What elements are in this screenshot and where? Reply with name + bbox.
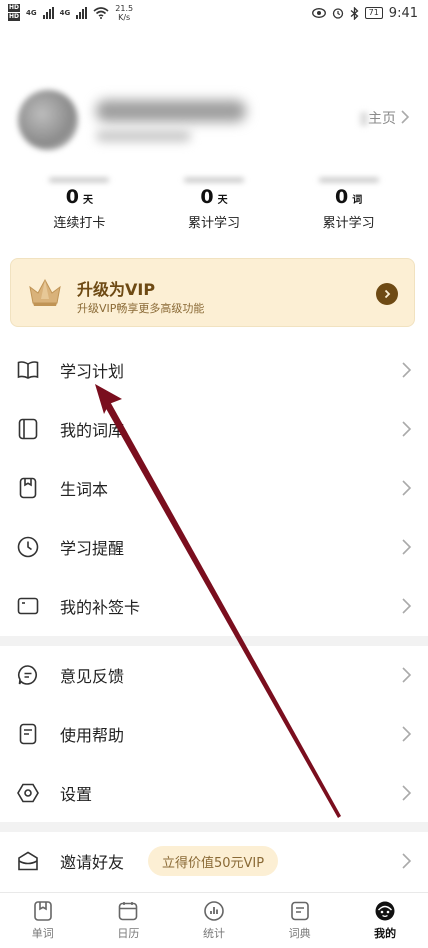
stat-label: 累计学习	[187, 216, 240, 231]
signal-icon-2	[76, 7, 88, 19]
profile-face-icon	[375, 901, 395, 921]
open-book-icon	[16, 358, 40, 382]
hexagon-settings-icon	[16, 781, 40, 805]
stat-streak-days: 0天 连续打卡	[19, 178, 139, 246]
stat-label: 连续打卡	[53, 216, 106, 231]
eye-icon	[311, 8, 326, 18]
nav-label: 日历	[117, 927, 140, 940]
crown-icon	[29, 278, 61, 306]
vip-subtitle: 升级VIP畅享更多高级功能	[77, 302, 205, 315]
document-icon	[16, 722, 40, 746]
stat-unit: 天	[82, 195, 93, 206]
nav-label: 单词	[31, 927, 54, 940]
bluetooth-icon	[350, 6, 359, 20]
chevron-right-icon	[402, 785, 412, 801]
chevron-right-icon	[402, 539, 412, 555]
menu-label: 意见反馈	[60, 667, 125, 686]
nav-label: 我的	[374, 927, 397, 940]
stat-label: 累计学习	[322, 216, 375, 231]
avatar[interactable]	[18, 90, 78, 150]
menu-item-my-wordbook[interactable]: 我的词库	[0, 400, 428, 458]
stat-unit: 词	[352, 195, 363, 206]
menu-label: 生词本	[60, 480, 109, 499]
network-label: 4G	[26, 9, 37, 17]
menu-label: 我的补签卡	[60, 598, 141, 617]
chevron-right-icon	[402, 421, 412, 437]
net-speed-unit: K/s	[118, 13, 131, 22]
chevron-right-icon	[402, 362, 412, 378]
chevron-right-icon	[402, 853, 412, 869]
homepage-label: 主页	[368, 111, 396, 127]
nav-label: 词典	[288, 927, 311, 940]
chat-bubble-icon	[16, 663, 40, 687]
envelope-icon	[16, 849, 40, 873]
calendar-icon	[119, 902, 138, 921]
vip-upgrade-card[interactable]: 升级为VIP 升级VIP畅享更多高级功能	[10, 258, 415, 327]
wifi-icon	[93, 7, 109, 19]
menu-item-makeup-card[interactable]: 我的补签卡	[0, 577, 428, 635]
status-bar: HD HD 4G 4G 21.5 K/s 71 9:41	[0, 0, 428, 26]
net-speed-value: 21.5	[115, 4, 134, 13]
hd-badges: HD HD	[8, 4, 21, 22]
chevron-right-icon	[402, 667, 412, 683]
invite-reward-badge: 立得价值50元VIP	[148, 846, 279, 876]
stats-row: 0天 连续打卡 0天 累计学习 0词 累计学习	[0, 178, 428, 246]
chevron-right-icon	[401, 110, 410, 124]
dictionary-icon	[290, 901, 309, 921]
stat-value: 0	[200, 186, 214, 208]
chevron-right-icon	[402, 480, 412, 496]
word-card-icon	[33, 901, 52, 921]
menu-label: 学习计划	[60, 362, 125, 381]
stat-unit: 天	[217, 195, 228, 206]
network-label-2: 4G	[59, 9, 71, 17]
chevron-right-icon	[384, 289, 391, 299]
profile-header[interactable]: 主页	[0, 78, 428, 158]
nav-label: 统计	[202, 927, 225, 940]
battery-icon: 71	[364, 7, 383, 19]
menu-item-new-words[interactable]: 生词本	[0, 459, 428, 517]
menu-item-help[interactable]: 使用帮助	[0, 705, 428, 763]
menu-item-invite[interactable]: 邀请好友 立得价值50元VIP	[0, 832, 428, 890]
user-subtitle-blurred	[96, 130, 191, 142]
homepage-link[interactable]: 主页	[360, 108, 396, 128]
menu-item-feedback[interactable]: 意见反馈	[0, 646, 428, 704]
menu-label: 我的词库	[60, 421, 125, 440]
nav-tab-dictionary[interactable]: 词典	[257, 893, 343, 948]
menu-label: 使用帮助	[60, 726, 125, 745]
bottom-navigation: 单词 日历 统计 词典 我的	[0, 892, 428, 948]
vip-title: 升级为VIP	[77, 280, 156, 299]
wordbook-icon	[16, 417, 40, 441]
nav-tab-mine[interactable]: 我的	[342, 893, 428, 948]
clock: 9:41	[388, 5, 418, 21]
nav-tab-words[interactable]: 单词	[0, 893, 86, 948]
menu-item-study-plan[interactable]: 学习计划	[0, 341, 428, 399]
menu-label: 设置	[60, 785, 93, 804]
chevron-right-icon	[402, 598, 412, 614]
section-divider	[0, 636, 428, 646]
net-speed: 21.5 K/s	[115, 4, 133, 22]
section-divider	[0, 822, 428, 832]
menu-item-settings[interactable]: 设置	[0, 764, 428, 822]
vip-go-button[interactable]	[376, 283, 398, 305]
nav-tab-calendar[interactable]: 日历	[86, 893, 172, 948]
stat-value: 0	[335, 186, 349, 208]
stats-icon	[204, 901, 224, 921]
alarm-icon	[332, 8, 343, 19]
stat-value: 0	[65, 186, 79, 208]
nav-tab-stats[interactable]: 统计	[171, 893, 257, 948]
menu-label: 学习提醒	[60, 539, 125, 558]
username-blurred	[96, 100, 246, 122]
chevron-right-icon	[402, 726, 412, 742]
stat-total-words: 0词 累计学习	[289, 178, 409, 246]
hd-badge: HD	[8, 13, 21, 21]
clock-icon	[16, 535, 40, 559]
menu-label: 邀请好友	[60, 853, 125, 872]
signal-icon	[42, 7, 54, 19]
card-icon	[16, 594, 40, 618]
stat-total-days: 0天 累计学习	[154, 178, 274, 246]
bookmark-note-icon	[16, 476, 40, 500]
hd-badge: HD	[8, 4, 21, 12]
menu-item-reminder[interactable]: 学习提醒	[0, 518, 428, 576]
